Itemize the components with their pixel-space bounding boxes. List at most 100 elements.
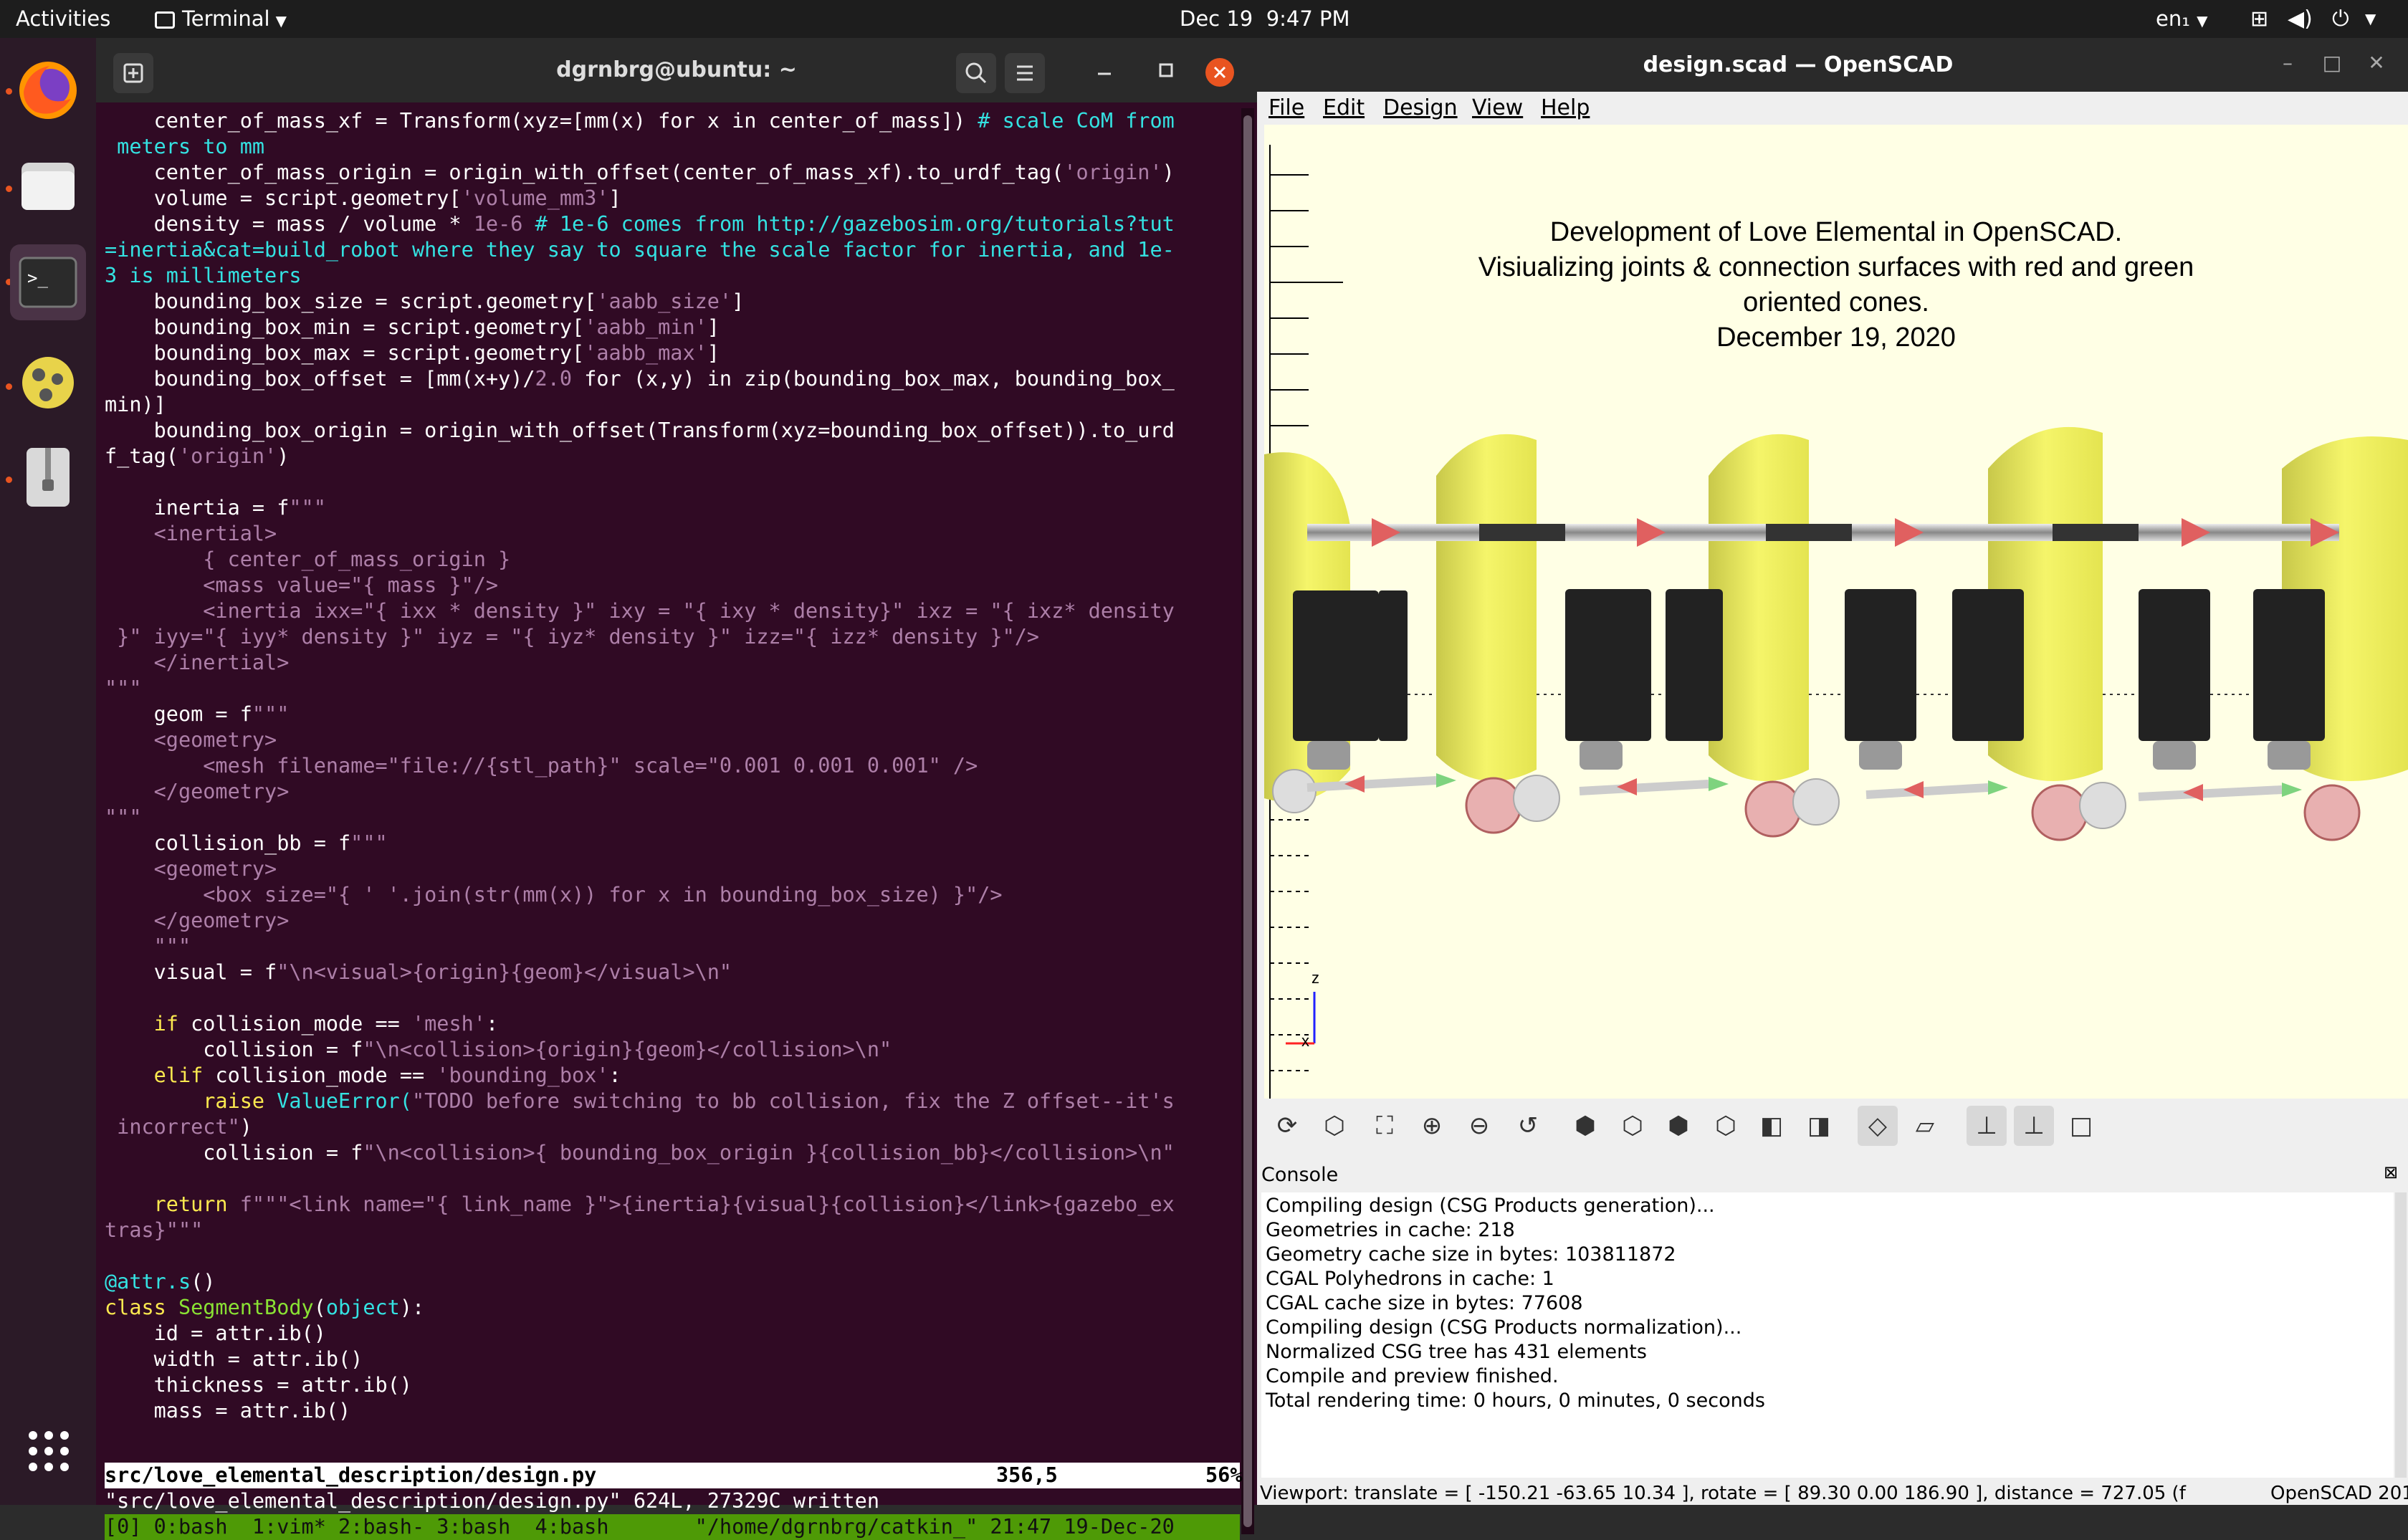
- code-token: 3 is millimeters: [105, 264, 302, 287]
- view-right-icon[interactable]: ⬢: [1565, 1106, 1605, 1146]
- network-icon[interactable]: ⊞: [2250, 6, 2268, 32]
- chevron-down-icon: ▼: [2197, 12, 2208, 29]
- terminal-dock-icon[interactable]: >_: [10, 244, 86, 320]
- hamburger-menu-icon[interactable]: [1005, 53, 1045, 93]
- zoom-in-icon[interactable]: ⊕: [1412, 1106, 1452, 1146]
- menu-design[interactable]: Design: [1383, 95, 1458, 120]
- view-back-icon[interactable]: ◨: [1799, 1106, 1839, 1146]
- console-scrollbar[interactable]: [2395, 1192, 2407, 1478]
- maximize-button[interactable]: [1158, 62, 1174, 78]
- clock[interactable]: Dec 19 9:47 PM: [1180, 6, 1350, 31]
- code-token: bounding_box_origin = origin_with_offset…: [105, 419, 1175, 442]
- volume-icon[interactable]: ◀): [2288, 6, 2313, 32]
- code-line: <mass value="{ mass }"/>: [105, 573, 1244, 598]
- menu-bar: File Edit Design View Help: [1257, 92, 2408, 125]
- code-line: center_of_mass_xf = Transform(xyz=[mm(x)…: [105, 108, 1244, 134]
- archive-manager-icon[interactable]: [10, 439, 86, 515]
- reset-view-icon[interactable]: ↺: [1508, 1106, 1548, 1146]
- close-button[interactable]: ✕: [2362, 51, 2391, 80]
- code-token: zip: [744, 367, 781, 391]
- console-line: Compile and preview finished.: [1266, 1365, 1559, 1387]
- search-icon[interactable]: [956, 53, 996, 93]
- menu-help[interactable]: Help: [1541, 95, 1590, 120]
- code-token: bounding_box_min = script.geometry[: [105, 315, 585, 339]
- terminal-app-menu[interactable]: Terminal ▼: [155, 6, 287, 31]
- code-token: """: [252, 702, 290, 726]
- code-token: """: [350, 831, 388, 855]
- menu-edit[interactable]: Edit: [1323, 95, 1365, 120]
- openscad-title: design.scad — OpenSCAD: [1643, 52, 1954, 77]
- tmux-status-bar: [0] 0:bash 1:vim* 2:bash- 3:bash 4:bash …: [105, 1514, 1240, 1540]
- view-all-icon[interactable]: ⛶: [1365, 1106, 1405, 1146]
- show-edges-icon[interactable]: □: [2061, 1106, 2101, 1146]
- code-line: =inertia&cat=build_robot where they say …: [105, 237, 1244, 263]
- vim-statusline: src/love_elemental_description/design.py…: [105, 1463, 1242, 1488]
- openscad-header: design.scad — OpenSCAD – □ ✕: [1257, 38, 2408, 92]
- files-icon[interactable]: [10, 148, 86, 224]
- console-line: Normalized CSG tree has 431 elements: [1266, 1341, 1647, 1363]
- 3d-viewport[interactable]: Development of Love Elemental in OpenSCA…: [1264, 125, 2408, 1142]
- code-line: 3 is millimeters: [105, 263, 1244, 289]
- minimize-button[interactable]: –: [2273, 51, 2302, 80]
- menu-view[interactable]: View: [1472, 95, 1523, 120]
- code-token: volume = script.geometry[: [105, 186, 462, 210]
- code-token: incorrect": [105, 1115, 240, 1139]
- zoom-out-icon[interactable]: ⊖: [1459, 1106, 1499, 1146]
- code-line: """: [105, 934, 1244, 960]
- code-token: x: [694, 109, 732, 133]
- show-scale-markers-icon[interactable]: ⊥: [2014, 1106, 2054, 1146]
- openscad-icon[interactable]: [10, 345, 86, 421]
- axis-x-label: x: [1301, 1032, 1309, 1050]
- preview-icon[interactable]: ⟳: [1267, 1106, 1307, 1146]
- terminal-scrollbar-thumb[interactable]: [1243, 115, 1252, 1527]
- code-token: center_of_mass]): [756, 109, 978, 133]
- code-token: 'origin': [1064, 161, 1162, 184]
- code-token: <inertia ixx="{ ixx * density }" ixy = "…: [105, 599, 1175, 623]
- perspective-icon[interactable]: ◇: [1858, 1106, 1898, 1146]
- language-menu[interactable]: en₁ ▼: [2156, 6, 2207, 31]
- code-token: thickness = attr.ib(): [105, 1373, 412, 1397]
- version-label: OpenSCAD 2019.05: [2266, 1483, 2408, 1504]
- code-token: """: [105, 934, 191, 958]
- code-token: f"""<link name="{ link_name }">{inertia}…: [239, 1192, 1175, 1216]
- console-output[interactable]: Compiling design (CSG Products generatio…: [1261, 1192, 2394, 1478]
- code-line: raise ValueError("TODO before switching …: [105, 1089, 1244, 1114]
- code-token: center_of_mass_origin = origin_with_offs…: [105, 161, 1064, 184]
- code-line: """: [105, 676, 1244, 702]
- code-line: id = attr.ib(): [105, 1321, 1244, 1347]
- render-icon[interactable]: ⬡: [1314, 1106, 1354, 1146]
- show-axes-icon[interactable]: ⊥: [1967, 1106, 2007, 1146]
- console-line: Total rendering time: 0 hours, 0 minutes…: [1266, 1390, 1765, 1412]
- chevron-down-icon[interactable]: ▼: [2365, 10, 2376, 27]
- code-token: ]: [707, 341, 720, 365]
- close-icon[interactable]: ⊠: [2384, 1162, 2398, 1182]
- view-top-icon[interactable]: ⬡: [1612, 1106, 1653, 1146]
- power-icon[interactable]: ⏻: [2332, 6, 2349, 32]
- top-bar: Activities Terminal ▼ Dec 19 9:47 PM en₁ …: [0, 0, 2408, 38]
- view-left-icon[interactable]: ⬡: [1706, 1106, 1746, 1146]
- orthogonal-icon[interactable]: ▱: [1905, 1106, 1945, 1146]
- close-button[interactable]: [1205, 58, 1234, 87]
- code-token: 'aabb_size': [596, 290, 732, 313]
- firefox-icon[interactable]: [10, 52, 86, 128]
- code-line: if collision_mode == 'mesh':: [105, 1011, 1244, 1037]
- code-token: meters to mm: [105, 135, 265, 158]
- code-line: collision = f"\n<collision>{origin}{geom…: [105, 1037, 1244, 1063]
- minimize-button[interactable]: [1096, 64, 1112, 78]
- code-token: ValueError(: [277, 1089, 412, 1113]
- vim-editor-buffer[interactable]: center_of_mass_xf = Transform(xyz=[mm(x)…: [105, 108, 1244, 1463]
- time-label: 9:47 PM: [1266, 6, 1350, 31]
- code-line: visual = f"\n<visual>{origin}{geom}</vis…: [105, 960, 1244, 985]
- show-applications-icon[interactable]: [27, 1430, 70, 1473]
- code-token: </geometry>: [105, 780, 290, 803]
- activities-button[interactable]: Activities: [16, 6, 110, 31]
- code-token: 'volume_mm3': [461, 186, 609, 210]
- view-bottom-icon[interactable]: ⬢: [1658, 1106, 1698, 1146]
- code-line: <geometry>: [105, 727, 1244, 753]
- view-front-icon[interactable]: ◧: [1752, 1106, 1792, 1146]
- menu-file[interactable]: File: [1268, 95, 1304, 120]
- maximize-button[interactable]: □: [2318, 51, 2346, 80]
